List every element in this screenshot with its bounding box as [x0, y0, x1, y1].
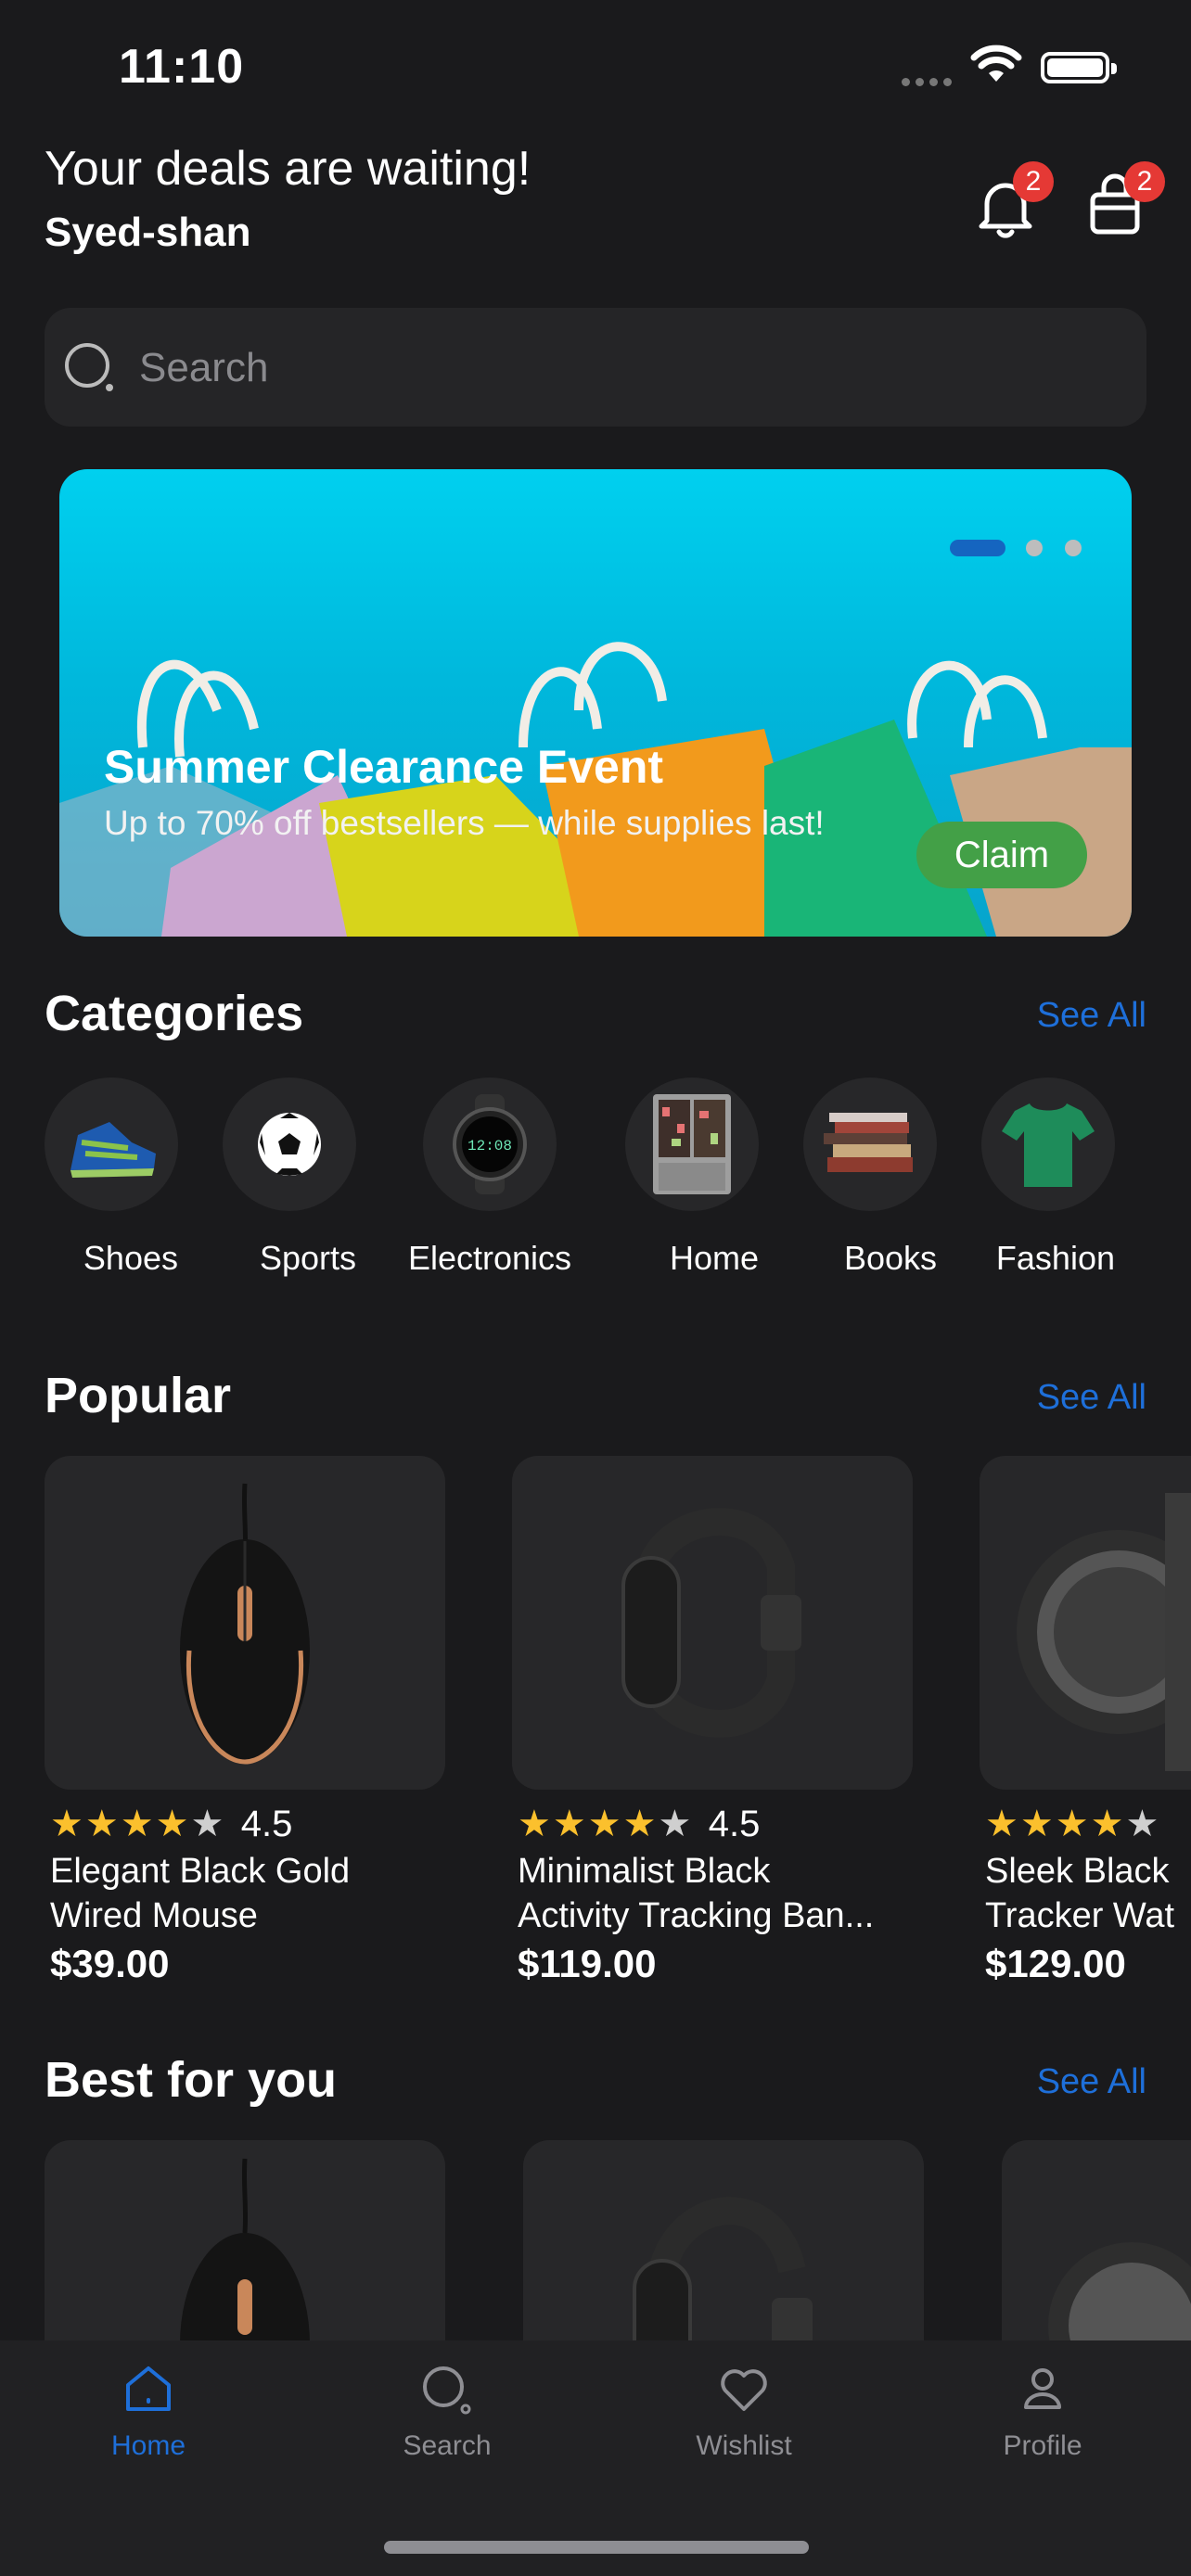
category-label: Books	[843, 1239, 937, 1277]
refrigerator-icon	[625, 1078, 759, 1211]
popular-title: Popular	[45, 1368, 232, 1423]
product-name: Elegant Black Gold Wired Mouse	[50, 1849, 445, 1938]
shoe-icon	[45, 1078, 178, 1211]
product-card[interactable]: ★★★★★ 4.5 Minimalist Black Activity Trac…	[512, 1456, 913, 1986]
product-name-line: Wired Mouse	[50, 1896, 258, 1935]
product-name-line: Minimalist Black	[518, 1852, 771, 1891]
nav-wishlist[interactable]: Wishlist	[651, 2359, 837, 2462]
product-price: $119.00	[518, 1942, 657, 1985]
notifications-button[interactable]: 2	[965, 161, 1054, 249]
star-rating: ★★★★★	[50, 1804, 226, 1844]
product-name-line: Tracker Wat	[985, 1896, 1175, 1935]
claim-button[interactable]: Claim	[916, 822, 1087, 888]
rating-value: 4.5	[708, 1804, 761, 1844]
heart-icon	[721, 2369, 767, 2411]
category-sports[interactable]: Sports	[223, 1078, 356, 1278]
nav-label: Search	[403, 2430, 492, 2461]
search-icon	[65, 343, 113, 391]
smartwatch-icon: 12:08	[423, 1078, 557, 1211]
product-name-line: Activity Tracking Ban...	[518, 1896, 875, 1935]
product-price: $129.00	[985, 1942, 1126, 1985]
status-time: 11:10	[119, 40, 245, 94]
category-label: Fashion	[995, 1239, 1115, 1277]
carousel-indicator[interactable]	[1065, 540, 1082, 556]
best-for-you-see-all-link[interactable]: See All	[1037, 2062, 1146, 2102]
carousel-indicator-active[interactable]	[950, 540, 1005, 556]
nav-profile[interactable]: Profile	[950, 2359, 1135, 2462]
product-name-line: Elegant Black Gold	[50, 1852, 351, 1891]
home-icon	[126, 2366, 171, 2411]
star-rating: ★★★★★	[985, 1804, 1161, 1844]
product-image-mouse	[45, 1456, 445, 1790]
wifi-icon	[970, 45, 1022, 82]
cart-badge: 2	[1124, 161, 1165, 202]
product-name: Sleek Black Tracker Wat	[985, 1849, 1191, 1938]
home-indicator	[384, 2541, 809, 2554]
cart-button[interactable]: 2	[1076, 161, 1165, 249]
category-fashion[interactable]: Fashion	[981, 1078, 1115, 1278]
nav-label: Profile	[1003, 2430, 1082, 2461]
category-label: Sports	[259, 1239, 356, 1277]
carousel-indicator[interactable]	[1026, 540, 1043, 556]
product-price: $39.00	[50, 1942, 170, 1985]
categories-see-all-link[interactable]: See All	[1037, 996, 1146, 1036]
popular-see-all-link[interactable]: See All	[1037, 1378, 1146, 1418]
signal-icon	[902, 74, 957, 86]
user-icon	[1024, 2368, 1061, 2409]
books-icon	[803, 1078, 937, 1211]
product-image-fitness-band	[512, 1456, 913, 1790]
username: Syed-shan	[45, 210, 251, 255]
categories-title: Categories	[45, 986, 304, 1041]
search-bar[interactable]	[45, 308, 1146, 428]
svg-text:12:08: 12:08	[467, 1138, 512, 1154]
category-label: Electronics	[407, 1239, 572, 1277]
category-label: Home	[669, 1239, 759, 1277]
nav-label: Home	[110, 2430, 186, 2461]
greeting-text: Your deals are waiting!	[45, 142, 531, 196]
rating-value: 4.5	[240, 1804, 293, 1844]
banner-title: Summer Clearance Event	[104, 741, 664, 793]
category-books[interactable]: Books	[803, 1078, 937, 1278]
soccer-ball-icon	[223, 1078, 356, 1211]
product-image-smartwatch	[980, 1456, 1191, 1790]
notifications-badge: 2	[1013, 161, 1054, 202]
product-name: Minimalist Black Activity Tracking Ban..…	[518, 1849, 913, 1938]
product-card[interactable]: ★★★★★ 4.5 Elegant Black Gold Wired Mouse…	[45, 1456, 445, 1986]
product-card[interactable]: ★★★★★ Sleek Black Tracker Wat $129.00	[980, 1456, 1191, 1986]
category-home[interactable]: Home	[625, 1078, 759, 1278]
nav-search[interactable]: Search	[354, 2359, 540, 2462]
star-rating: ★★★★★	[518, 1804, 694, 1844]
category-electronics[interactable]: 12:08 Electronics	[408, 1078, 571, 1278]
tshirt-icon	[981, 1078, 1115, 1211]
promo-banner[interactable]: Summer Clearance Event Up to 70% off bes…	[59, 469, 1132, 937]
nav-label: Wishlist	[696, 2430, 792, 2461]
battery-icon	[1041, 52, 1117, 83]
product-name-line: Sleek Black	[985, 1852, 1170, 1891]
best-for-you-title: Best for you	[45, 2052, 338, 2108]
category-shoes[interactable]: Shoes	[45, 1078, 178, 1278]
category-label: Shoes	[83, 1239, 178, 1277]
banner-subtitle: Up to 70% off bestsellers — while suppli…	[104, 804, 825, 842]
nav-home[interactable]: Home	[56, 2359, 241, 2462]
search-input[interactable]	[137, 308, 1124, 428]
search-icon	[423, 2366, 471, 2415]
